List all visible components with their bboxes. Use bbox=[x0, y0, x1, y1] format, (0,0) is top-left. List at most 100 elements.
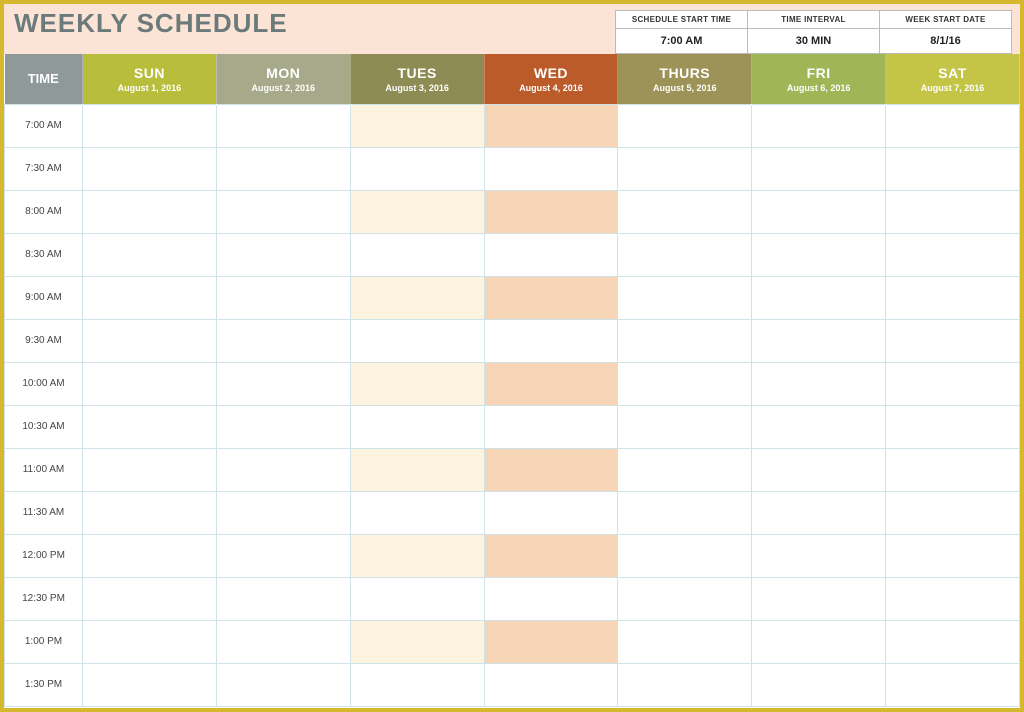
schedule-cell[interactable] bbox=[484, 147, 618, 190]
schedule-cell[interactable] bbox=[484, 233, 618, 276]
schedule-cell[interactable] bbox=[484, 534, 618, 577]
schedule-cell[interactable] bbox=[216, 104, 350, 147]
config-value[interactable]: 8/1/16 bbox=[880, 29, 1011, 54]
schedule-cell[interactable] bbox=[350, 233, 484, 276]
schedule-cell[interactable] bbox=[484, 448, 618, 491]
schedule-cell[interactable] bbox=[350, 319, 484, 362]
schedule-cell[interactable] bbox=[216, 534, 350, 577]
schedule-cell[interactable] bbox=[83, 190, 217, 233]
schedule-cell[interactable] bbox=[216, 147, 350, 190]
schedule-cell[interactable] bbox=[350, 663, 484, 706]
schedule-cell[interactable] bbox=[216, 491, 350, 534]
schedule-cell[interactable] bbox=[618, 276, 752, 319]
schedule-cell[interactable] bbox=[484, 491, 618, 534]
schedule-cell[interactable] bbox=[886, 534, 1020, 577]
schedule-cell[interactable] bbox=[752, 276, 886, 319]
schedule-cell[interactable] bbox=[83, 362, 217, 405]
schedule-cell[interactable] bbox=[350, 491, 484, 534]
schedule-cell[interactable] bbox=[618, 448, 752, 491]
schedule-cell[interactable] bbox=[216, 190, 350, 233]
schedule-cell[interactable] bbox=[83, 147, 217, 190]
schedule-cell[interactable] bbox=[83, 448, 217, 491]
schedule-cell[interactable] bbox=[83, 534, 217, 577]
schedule-cell[interactable] bbox=[484, 104, 618, 147]
schedule-cell[interactable] bbox=[886, 663, 1020, 706]
schedule-cell[interactable] bbox=[886, 362, 1020, 405]
schedule-cell[interactable] bbox=[752, 577, 886, 620]
schedule-cell[interactable] bbox=[83, 663, 217, 706]
schedule-cell[interactable] bbox=[752, 190, 886, 233]
schedule-cell[interactable] bbox=[216, 276, 350, 319]
schedule-cell[interactable] bbox=[752, 491, 886, 534]
schedule-cell[interactable] bbox=[83, 319, 217, 362]
schedule-cell[interactable] bbox=[886, 448, 1020, 491]
schedule-cell[interactable] bbox=[350, 104, 484, 147]
schedule-cell[interactable] bbox=[618, 190, 752, 233]
schedule-cell[interactable] bbox=[350, 534, 484, 577]
schedule-cell[interactable] bbox=[886, 147, 1020, 190]
schedule-cell[interactable] bbox=[886, 405, 1020, 448]
config-value[interactable]: 7:00 AM bbox=[616, 29, 747, 54]
schedule-cell[interactable] bbox=[83, 233, 217, 276]
schedule-cell[interactable] bbox=[752, 405, 886, 448]
schedule-cell[interactable] bbox=[752, 104, 886, 147]
schedule-cell[interactable] bbox=[618, 104, 752, 147]
schedule-cell[interactable] bbox=[83, 577, 217, 620]
schedule-cell[interactable] bbox=[350, 448, 484, 491]
schedule-cell[interactable] bbox=[886, 319, 1020, 362]
schedule-cell[interactable] bbox=[350, 620, 484, 663]
schedule-cell[interactable] bbox=[83, 104, 217, 147]
schedule-cell[interactable] bbox=[216, 663, 350, 706]
schedule-cell[interactable] bbox=[350, 147, 484, 190]
schedule-cell[interactable] bbox=[216, 362, 350, 405]
schedule-cell[interactable] bbox=[484, 663, 618, 706]
schedule-cell[interactable] bbox=[350, 362, 484, 405]
schedule-cell[interactable] bbox=[752, 233, 886, 276]
schedule-cell[interactable] bbox=[216, 577, 350, 620]
schedule-cell[interactable] bbox=[618, 491, 752, 534]
schedule-cell[interactable] bbox=[216, 233, 350, 276]
schedule-cell[interactable] bbox=[350, 190, 484, 233]
schedule-cell[interactable] bbox=[216, 448, 350, 491]
schedule-cell[interactable] bbox=[886, 104, 1020, 147]
schedule-cell[interactable] bbox=[83, 620, 217, 663]
schedule-cell[interactable] bbox=[618, 663, 752, 706]
schedule-cell[interactable] bbox=[83, 405, 217, 448]
schedule-cell[interactable] bbox=[484, 577, 618, 620]
schedule-cell[interactable] bbox=[484, 319, 618, 362]
schedule-cell[interactable] bbox=[83, 491, 217, 534]
schedule-cell[interactable] bbox=[484, 620, 618, 663]
schedule-cell[interactable] bbox=[618, 319, 752, 362]
schedule-cell[interactable] bbox=[752, 620, 886, 663]
schedule-cell[interactable] bbox=[886, 577, 1020, 620]
schedule-cell[interactable] bbox=[350, 577, 484, 620]
schedule-cell[interactable] bbox=[350, 276, 484, 319]
schedule-cell[interactable] bbox=[752, 663, 886, 706]
schedule-cell[interactable] bbox=[886, 491, 1020, 534]
schedule-cell[interactable] bbox=[618, 620, 752, 663]
schedule-cell[interactable] bbox=[752, 534, 886, 577]
schedule-cell[interactable] bbox=[484, 190, 618, 233]
schedule-cell[interactable] bbox=[752, 362, 886, 405]
schedule-cell[interactable] bbox=[886, 276, 1020, 319]
schedule-cell[interactable] bbox=[752, 448, 886, 491]
schedule-cell[interactable] bbox=[350, 405, 484, 448]
config-value[interactable]: 30 MIN bbox=[748, 29, 879, 54]
schedule-cell[interactable] bbox=[752, 147, 886, 190]
schedule-cell[interactable] bbox=[618, 147, 752, 190]
schedule-cell[interactable] bbox=[618, 405, 752, 448]
schedule-cell[interactable] bbox=[484, 362, 618, 405]
schedule-cell[interactable] bbox=[886, 620, 1020, 663]
schedule-cell[interactable] bbox=[618, 534, 752, 577]
schedule-cell[interactable] bbox=[618, 577, 752, 620]
schedule-cell[interactable] bbox=[216, 405, 350, 448]
schedule-cell[interactable] bbox=[216, 319, 350, 362]
schedule-cell[interactable] bbox=[618, 233, 752, 276]
schedule-cell[interactable] bbox=[886, 190, 1020, 233]
schedule-cell[interactable] bbox=[216, 620, 350, 663]
schedule-cell[interactable] bbox=[484, 276, 618, 319]
schedule-cell[interactable] bbox=[83, 276, 217, 319]
schedule-cell[interactable] bbox=[484, 405, 618, 448]
schedule-cell[interactable] bbox=[618, 362, 752, 405]
schedule-cell[interactable] bbox=[886, 233, 1020, 276]
